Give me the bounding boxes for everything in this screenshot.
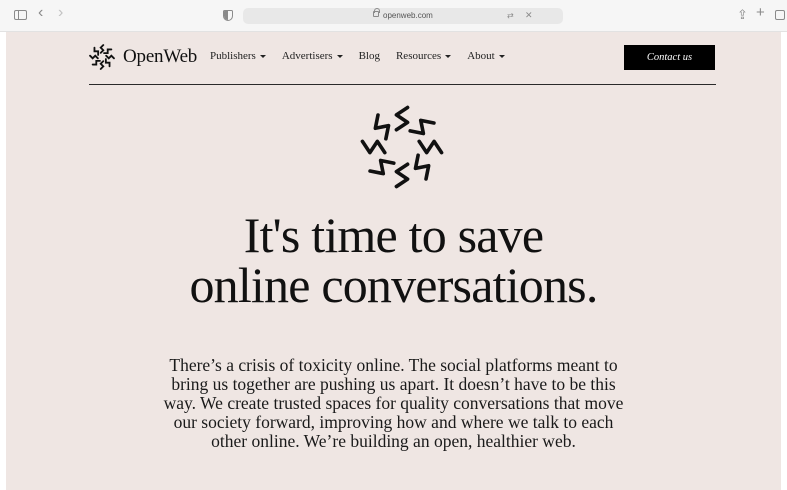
description-line: way. We create trusted spaces for qualit… xyxy=(163,393,624,413)
description-line: bring us together are pushing us apart. … xyxy=(171,374,616,394)
burst-ray xyxy=(89,54,99,60)
headline-line: It's time to save xyxy=(243,207,544,263)
translate-icon[interactable]: ⇄ xyxy=(507,10,514,22)
burst-ray xyxy=(360,139,387,155)
privacy-shield-icon[interactable] xyxy=(223,10,233,21)
burst-ray xyxy=(99,60,105,70)
main-nav: Publishers Advertisers Blog Resources Ab… xyxy=(210,49,521,63)
header-divider xyxy=(89,84,716,85)
nav-item-publishers[interactable]: Publishers xyxy=(210,49,266,63)
burst-ray xyxy=(93,46,100,56)
lock-icon xyxy=(373,8,380,17)
chevron-down-icon xyxy=(498,54,505,58)
burst-ray xyxy=(394,105,410,132)
site-header: OpenWeb Publishers Advertisers Blog Reso… xyxy=(6,32,781,84)
sidebar-icon[interactable] xyxy=(14,10,27,20)
burst-ray xyxy=(99,44,105,54)
address-bar[interactable]: openweb.com ⇄ ✕ xyxy=(243,8,563,24)
share-icon[interactable]: ⇪ xyxy=(737,8,748,22)
close-icon[interactable]: ✕ xyxy=(525,9,533,21)
openweb-emblem-icon xyxy=(360,105,444,189)
web-page: OpenWeb Publishers Advertisers Blog Reso… xyxy=(6,32,781,490)
burst-ray xyxy=(408,118,436,136)
nav-item-label: Advertisers xyxy=(281,50,333,62)
chevron-down-icon xyxy=(259,54,266,58)
nav-item-about[interactable]: About xyxy=(467,49,505,63)
burst-ray xyxy=(103,48,113,55)
hero-description: There’s a crisis of toxicity online. The… xyxy=(6,356,781,451)
burst-ray xyxy=(91,59,101,66)
brand-name[interactable]: OpenWeb xyxy=(123,46,197,68)
back-icon[interactable]: ‹ xyxy=(38,5,43,21)
forward-icon[interactable]: › xyxy=(58,5,63,21)
burst-ray xyxy=(105,54,115,60)
nav-item-label: Blog xyxy=(358,50,380,62)
address-url[interactable]: openweb.com xyxy=(383,10,433,22)
browser-toolbar: ‹ › openweb.com ⇄ ✕ ⇪ + xyxy=(0,0,787,32)
chevron-down-icon xyxy=(336,54,343,58)
nav-item-label: Publishers xyxy=(210,50,256,62)
nav-item-advertisers[interactable]: Advertisers xyxy=(282,49,343,63)
contact-us-button[interactable]: Contact us xyxy=(624,45,715,70)
burst-ray xyxy=(394,162,410,189)
new-tab-icon[interactable]: + xyxy=(756,5,765,20)
description-line: other online. We’re building an open, he… xyxy=(211,431,576,451)
description-line: our society forward, improving how and w… xyxy=(173,412,614,432)
nav-item-label: About xyxy=(467,50,495,62)
hero-headline: It's time to save online conversations. xyxy=(6,210,781,310)
nav-item-label: Resources xyxy=(395,50,442,62)
nav-item-resources[interactable]: Resources xyxy=(395,49,452,63)
tab-overview-icon[interactable] xyxy=(775,10,785,20)
description-line: There’s a crisis of toxicity online. The… xyxy=(169,355,618,375)
burst-ray xyxy=(368,158,396,176)
burst-ray xyxy=(373,113,391,141)
nav-item-blog[interactable]: Blog xyxy=(359,49,380,63)
burst-ray xyxy=(104,58,111,68)
burst-ray xyxy=(413,153,431,181)
headline-line: online conversations. xyxy=(189,257,598,313)
burst-ray xyxy=(417,139,444,155)
chevron-down-icon xyxy=(445,54,452,58)
openweb-logo-icon[interactable] xyxy=(89,44,115,70)
